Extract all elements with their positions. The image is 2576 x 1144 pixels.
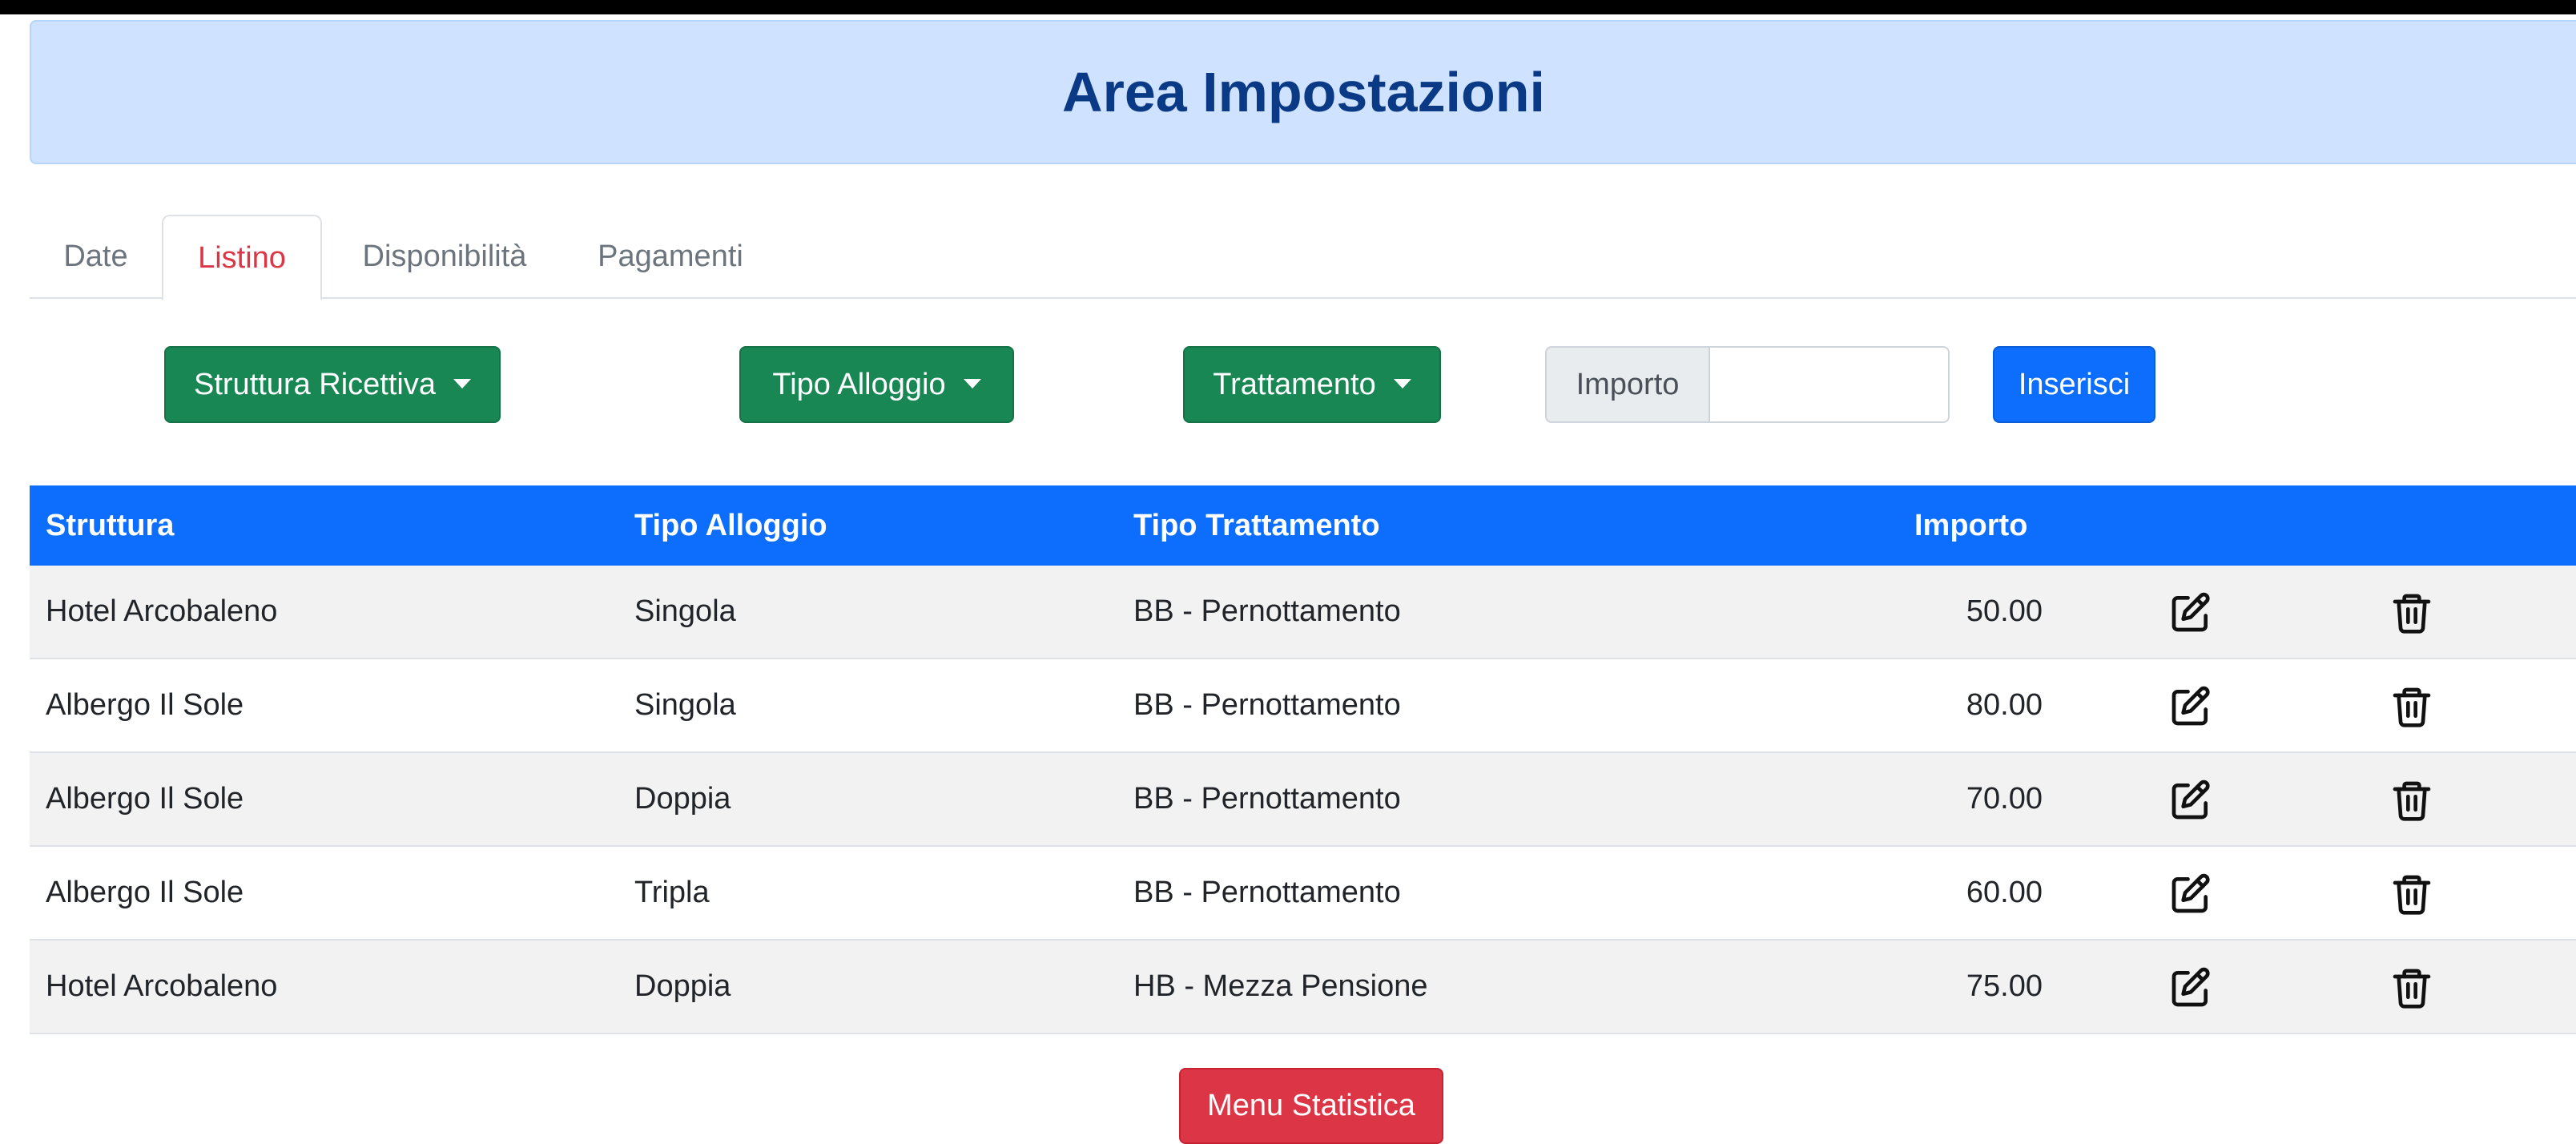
tipo-alloggio-label: Tipo Alloggio <box>772 368 946 401</box>
trash-icon[interactable] <box>2389 965 2434 1010</box>
table-row: Albergo Il Sole Singola BB - Pernottamento… <box>30 659 2576 753</box>
trattamento-dropdown[interactable]: Trattamento <box>1183 346 1441 423</box>
tab-date[interactable]: Date <box>30 215 162 299</box>
edit-icon[interactable] <box>2168 684 2213 729</box>
cell-struttura: Albergo Il Sole <box>46 782 244 816</box>
importo-input[interactable] <box>1709 346 1950 423</box>
trash-icon[interactable] <box>2389 590 2434 635</box>
cell-importo: 50.00 <box>1966 594 2043 628</box>
cell-tipo-trattamento: BB - Pernottamento <box>1133 782 1401 816</box>
cell-tipo-alloggio: Tripla <box>634 876 710 909</box>
settings-page: Area Impostazioni Date Listino Disponibi… <box>0 14 2576 1144</box>
inserisci-button[interactable]: Inserisci <box>1993 346 2155 423</box>
cell-importo: 75.00 <box>1966 969 2043 1003</box>
cell-struttura: Albergo Il Sole <box>46 876 244 909</box>
column-header-struttura: Struttura <box>46 509 175 542</box>
cell-struttura: Albergo Il Sole <box>46 688 244 722</box>
price-list-table: Struttura Tipo Alloggio Tipo Trattamento… <box>30 485 2576 1034</box>
trash-icon[interactable] <box>2389 778 2434 823</box>
table-row: Hotel Arcobaleno Doppia HB - Mezza Pension… <box>30 941 2576 1034</box>
trash-icon[interactable] <box>2389 684 2434 729</box>
importo-addon-label: Importo <box>1545 346 1710 423</box>
column-header-tipo-alloggio: Tipo Alloggio <box>634 509 827 542</box>
cell-tipo-trattamento: HB - Mezza Pensione <box>1133 969 1428 1003</box>
cell-tipo-trattamento: BB - Pernottamento <box>1133 594 1401 628</box>
table-body: Hotel Arcobaleno Singola BB - Pernottament… <box>30 566 2576 1034</box>
cell-struttura: Hotel Arcobaleno <box>46 594 278 628</box>
table-header-row: Struttura Tipo Alloggio Tipo Trattamento… <box>30 485 2576 566</box>
caret-down-icon <box>963 378 981 389</box>
edit-icon[interactable] <box>2168 872 2213 916</box>
edit-icon[interactable] <box>2168 965 2213 1010</box>
cell-tipo-trattamento: BB - Pernottamento <box>1133 688 1401 722</box>
tab-pagamenti[interactable]: Pagamenti <box>574 215 767 299</box>
cell-importo: 70.00 <box>1966 782 2043 816</box>
cell-importo: 80.00 <box>1966 688 2043 722</box>
page-header: Area Impostazioni <box>30 20 2576 164</box>
cell-importo: 60.00 <box>1966 876 2043 909</box>
menu-statistica-button[interactable]: Menu Statistica <box>1179 1068 1443 1144</box>
struttura-ricettiva-dropdown[interactable]: Struttura Ricettiva <box>164 346 501 423</box>
column-header-importo: Importo <box>1914 509 2028 542</box>
edit-icon[interactable] <box>2168 778 2213 823</box>
cell-tipo-alloggio: Singola <box>634 688 736 722</box>
struttura-ricettiva-label: Struttura Ricettiva <box>194 368 436 401</box>
tipo-alloggio-dropdown[interactable]: Tipo Alloggio <box>739 346 1014 423</box>
cell-tipo-alloggio: Doppia <box>634 782 731 816</box>
caret-down-icon <box>1393 378 1411 389</box>
cell-tipo-alloggio: Doppia <box>634 969 731 1003</box>
page-title: Area Impostazioni <box>1062 61 1545 123</box>
table-row: Hotel Arcobaleno Singola BB - Pernottament… <box>30 566 2576 659</box>
cell-tipo-alloggio: Singola <box>634 594 736 628</box>
cell-tipo-trattamento: BB - Pernottamento <box>1133 876 1401 909</box>
edit-icon[interactable] <box>2168 590 2213 635</box>
tab-listino[interactable]: Listino <box>162 215 322 300</box>
table-row: Albergo Il Sole Tripla BB - Pernottamento 6… <box>30 847 2576 941</box>
trash-icon[interactable] <box>2389 872 2434 916</box>
cell-struttura: Hotel Arcobaleno <box>46 969 278 1003</box>
table-row: Albergo Il Sole Doppia BB - Pernottamento 7… <box>30 753 2576 847</box>
tab-bar: Date Listino Disponibilità Pagamenti <box>30 215 2576 300</box>
tab-disponibilita[interactable]: Disponibilità <box>324 215 565 299</box>
caret-down-icon <box>453 378 471 389</box>
column-header-tipo-trattamento: Tipo Trattamento <box>1133 509 1380 542</box>
trattamento-label: Trattamento <box>1213 368 1376 401</box>
